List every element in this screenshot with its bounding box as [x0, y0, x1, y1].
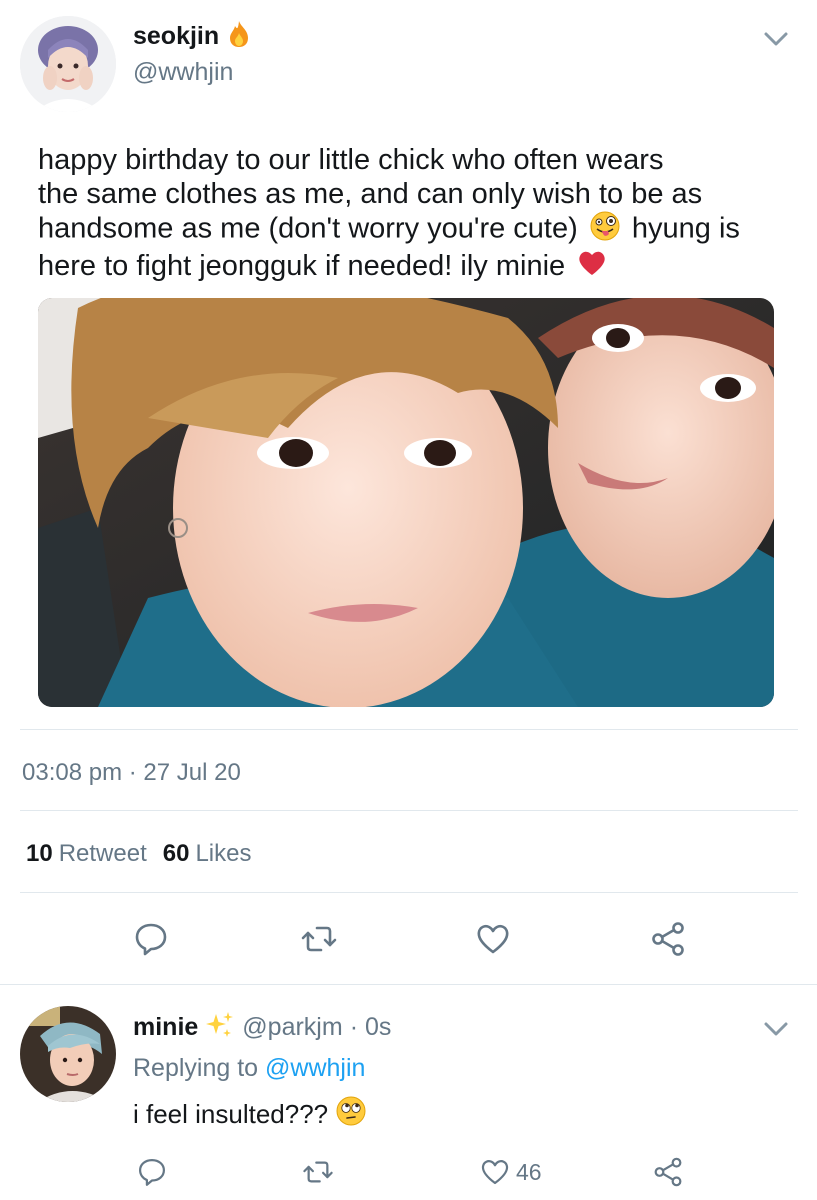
reply-author-name[interactable]: minie [133, 1013, 198, 1042]
like-icon [477, 924, 509, 954]
tweet-date: 27 Jul 20 [143, 759, 241, 786]
reply-like-count: 46 [516, 1158, 542, 1185]
reply-retweet-button[interactable] [298, 1152, 338, 1192]
reply-icon [138, 1158, 166, 1186]
separator-dot: · [128, 759, 137, 786]
tweet-text-segment: hyung is [631, 212, 740, 245]
retweet-icon [303, 1161, 333, 1183]
tweet-text-line: happy birthday to our little chick who o… [38, 144, 664, 176]
tweet-text-segment: here to fight jeongguk if needed! ily mi… [38, 250, 566, 282]
reply-share-button[interactable] [648, 1152, 688, 1192]
retweet-button[interactable] [296, 916, 342, 962]
author-handle[interactable]: @wwhjin [133, 58, 233, 87]
reply-age[interactable]: 0s [365, 1013, 391, 1042]
reply-reply-button[interactable] [132, 1152, 172, 1192]
chevron-down-icon[interactable] [759, 22, 793, 56]
share-icon [652, 922, 684, 956]
tweet-text: happy birthday to our little chick who o… [38, 143, 798, 285]
reply-author-avatar[interactable] [20, 1006, 116, 1102]
share-icon [654, 1157, 682, 1187]
likes-stat[interactable]: 60 Likes [163, 840, 252, 868]
retweets-stat[interactable]: 10 Retweet [26, 840, 147, 868]
replying-to-label: Replying to [133, 1054, 259, 1082]
retweet-count: 10 [26, 840, 53, 867]
tweet-text-line: here to fight jeongguk if needed! ily mi… [38, 249, 798, 285]
divider [20, 892, 798, 893]
retweet-icon [301, 926, 337, 952]
replying-to: Replying to @wwhjin [133, 1054, 365, 1083]
like-icon [481, 1160, 509, 1185]
reply-like-button[interactable]: 46 [478, 1152, 542, 1192]
winking-tongue-emoji [590, 211, 620, 249]
like-label: Likes [195, 840, 252, 867]
author-avatar[interactable] [20, 16, 116, 112]
replying-to-handle[interactable]: @wwhjin [265, 1054, 365, 1082]
reply-icon [135, 923, 167, 956]
fire-emoji [227, 20, 251, 53]
tweet-timestamp[interactable]: 03:08 pm · 27 Jul 20 [22, 759, 241, 787]
chevron-down-icon[interactable] [759, 1012, 793, 1046]
divider [20, 729, 798, 730]
retweet-label: Retweet [58, 840, 147, 867]
sparkles-emoji [205, 1010, 235, 1045]
separator-dot: · [349, 1013, 359, 1041]
reply-button[interactable] [128, 916, 174, 962]
author-name[interactable]: seokjin [133, 22, 219, 51]
tweet-text-line: the same clothes as me, and can only wis… [38, 178, 703, 210]
like-button[interactable] [470, 916, 516, 962]
reply-author-handle[interactable]: @parkjm [242, 1013, 342, 1042]
tweet-photo[interactable] [38, 298, 774, 707]
tweet-text-line: handsome as me (don't worry you're cute)… [38, 211, 798, 249]
eye-roll-emoji [336, 1096, 366, 1133]
like-count: 60 [162, 840, 190, 867]
divider [0, 984, 817, 985]
reply-text: i feel insulted??? [133, 1096, 366, 1133]
red-heart-emoji [577, 249, 607, 285]
tweet-time: 03:08 pm [22, 759, 123, 786]
share-button[interactable] [645, 916, 691, 962]
divider [20, 810, 798, 811]
tweet-text-segment: handsome as me (don't worry you're cute) [38, 212, 578, 245]
reply-text-content: i feel insulted??? [133, 1099, 329, 1129]
